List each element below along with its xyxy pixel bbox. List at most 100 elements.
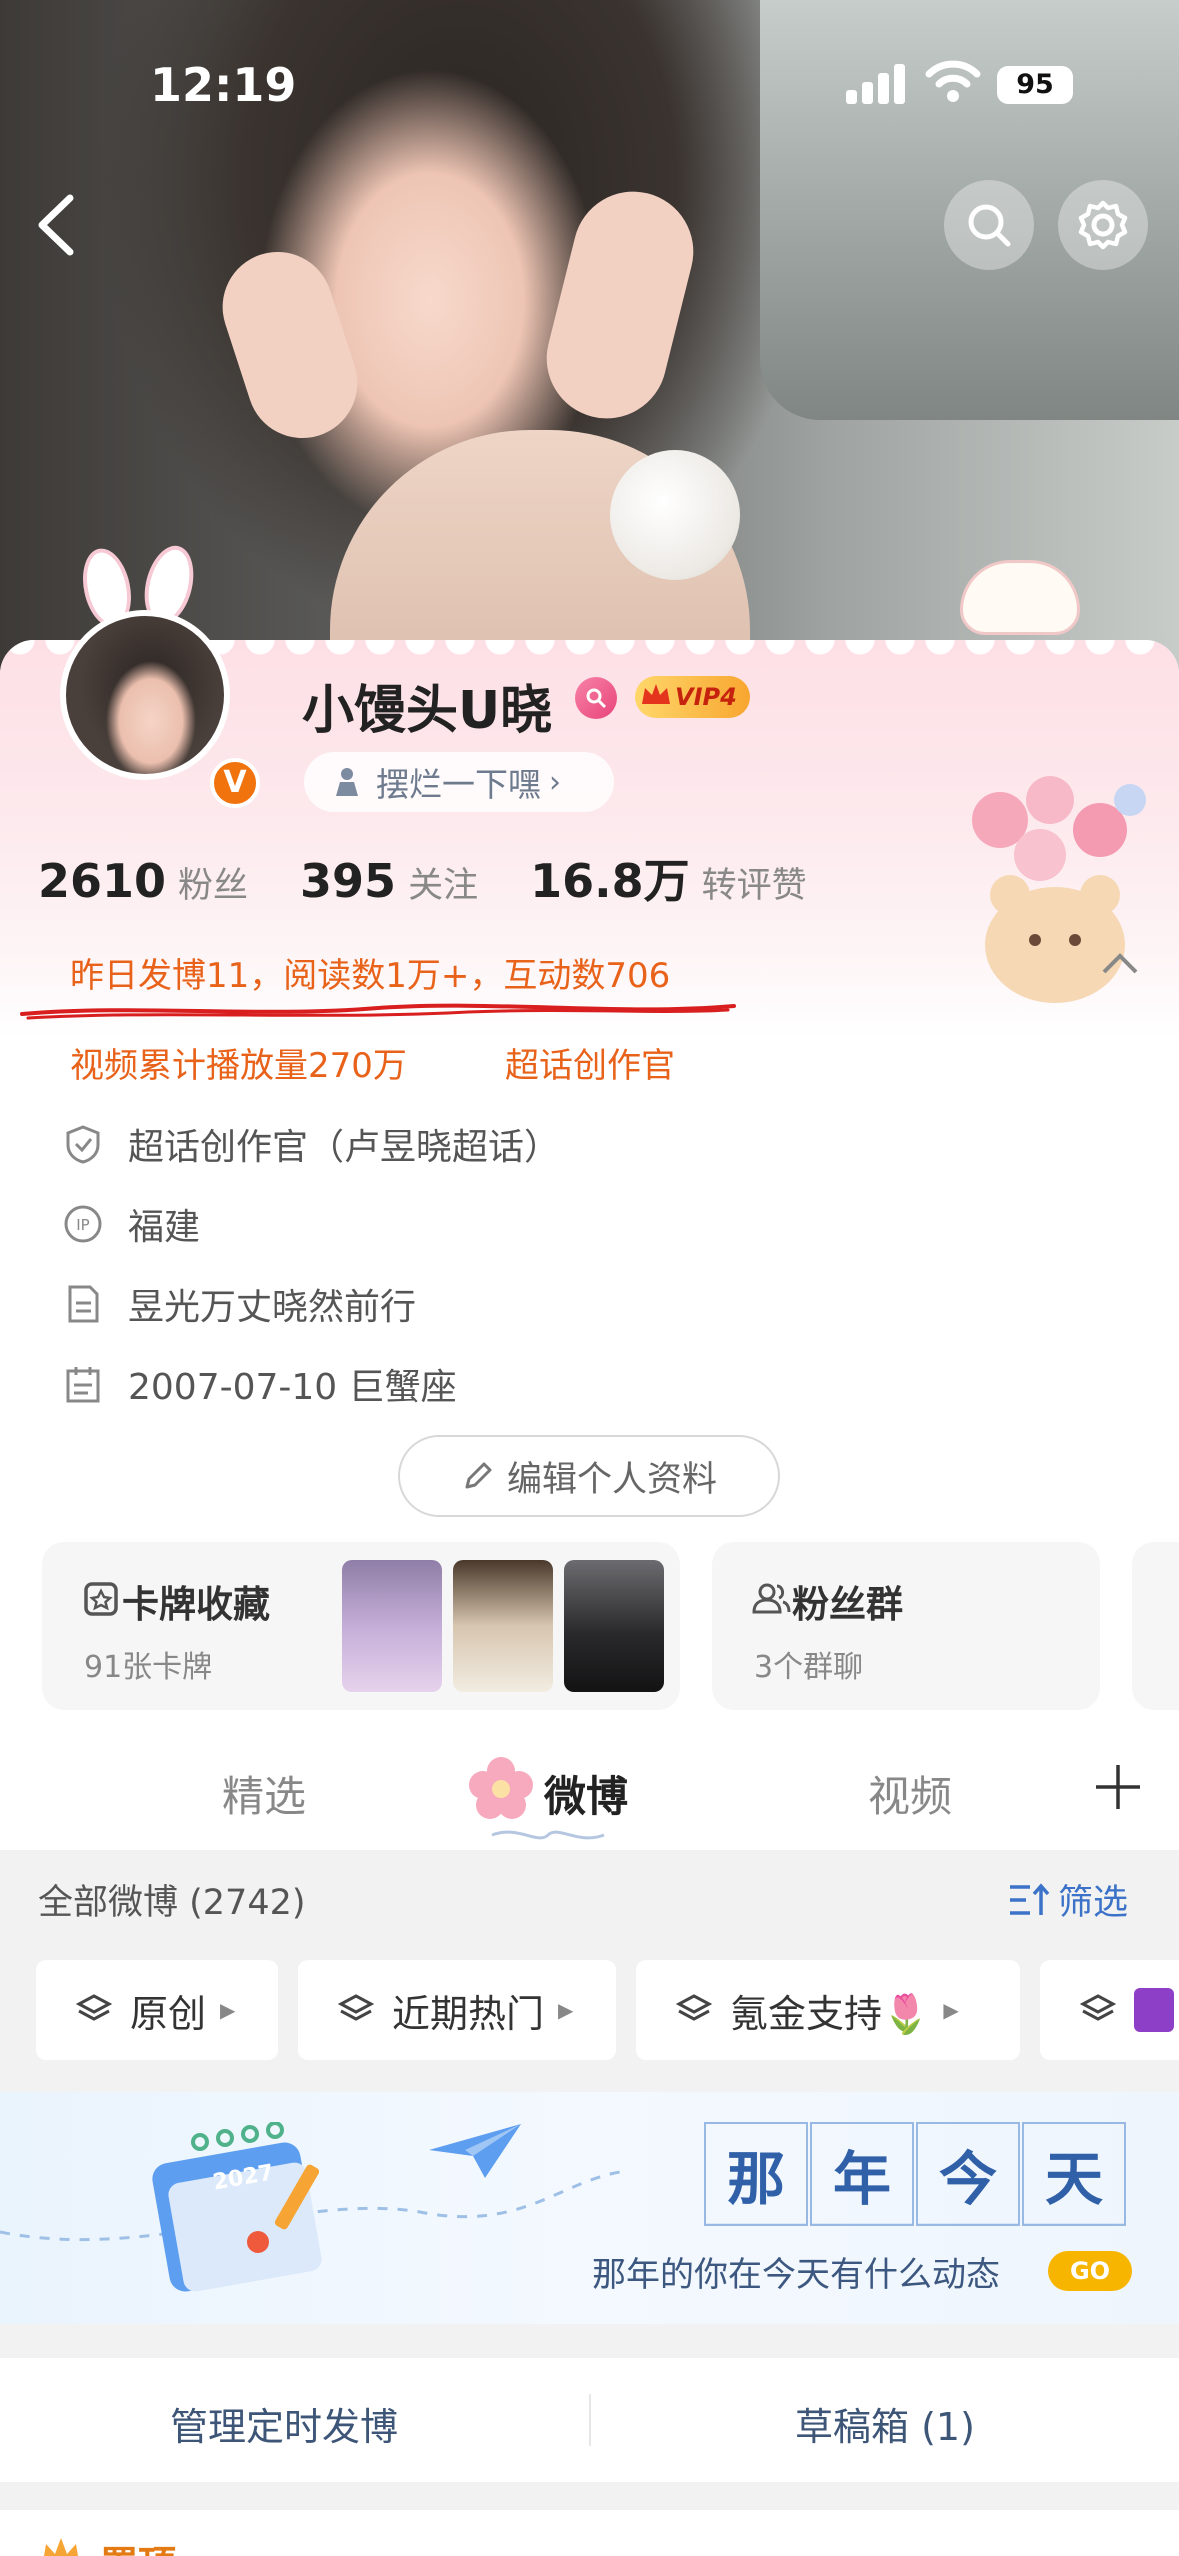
- stat-following[interactable]: 395 关注: [300, 854, 478, 908]
- card-collection-tile[interactable]: 卡牌收藏 91张卡牌: [42, 1542, 680, 1710]
- title-char: 那: [704, 2122, 808, 2226]
- chevron-right-icon: ›: [549, 764, 561, 800]
- card-thumbnail[interactable]: [342, 1560, 442, 1692]
- layers-icon: [676, 1994, 712, 2021]
- profile-stats: 2610 粉丝 395 关注 16.8万 转评赞: [38, 845, 859, 911]
- layers-icon: [338, 1994, 374, 2021]
- info-text: 福建: [128, 1207, 201, 1248]
- cellular-signal-icon: [846, 62, 908, 104]
- tab-featured[interactable]: 精选: [222, 1763, 306, 1824]
- stat-value: 16.8万: [530, 854, 690, 908]
- avatar[interactable]: [60, 610, 230, 780]
- stat-followers[interactable]: 2610 粉丝: [38, 854, 248, 908]
- flower-bouquet-sticker-icon: [972, 776, 1146, 1003]
- stat-engagement[interactable]: 16.8万 转评赞: [530, 845, 807, 911]
- verified-badge-icon: V: [210, 758, 260, 808]
- cover-hand-right: [533, 178, 707, 432]
- card-thumbnail[interactable]: [564, 1560, 664, 1692]
- tab-video[interactable]: 视频: [868, 1763, 952, 1824]
- post-category-chips: 原创 ▶ 近期热门 ▶ 氪金支持🌷 ▶: [0, 1960, 1179, 2060]
- vip-level-label: VIP4: [675, 683, 737, 711]
- all-posts-count: 全部微博 (2742): [38, 1883, 306, 1923]
- edit-profile-label: 编辑个人资料: [506, 1459, 717, 1500]
- status-pill[interactable]: 摆烂一下嘿 ›: [304, 752, 614, 812]
- scheduled-posts-button[interactable]: 管理定时发博: [170, 2396, 398, 2451]
- tile-subtitle: 3个群聊: [754, 1650, 864, 1685]
- chip-more[interactable]: [1040, 1960, 1179, 2060]
- calendar-illustration-icon: 2027: [152, 2122, 322, 2292]
- person-status-icon: [336, 768, 358, 796]
- triangle-right-icon: ▶: [220, 1998, 236, 2022]
- filter-icon: [1010, 1882, 1050, 1915]
- ribbon-decoration-icon: [491, 1830, 605, 1840]
- pinned-label: 置顶: [100, 2534, 176, 2556]
- creator-highlight[interactable]: 超话创作官: [505, 1038, 675, 1087]
- filter-button[interactable]: 筛选: [1008, 1874, 1128, 1925]
- chip-original[interactable]: 原创 ▶: [36, 1960, 278, 2060]
- info-text: 昱光万丈晓然前行: [128, 1287, 417, 1328]
- chevron-up-icon[interactable]: [1098, 948, 1142, 978]
- id-badge-icon: [1134, 1988, 1174, 2032]
- on-this-day-banner[interactable]: 2027 那 年 今 天 那年的你在今天有什么动态 GO: [0, 2092, 1179, 2324]
- search-icon: [968, 204, 1011, 247]
- chip-trending[interactable]: 近期热门 ▶: [298, 1960, 616, 2060]
- info-text: 超话创作官（卢昱晓超话）: [128, 1127, 561, 1168]
- ip-icon: IP: [64, 1205, 102, 1243]
- tab-weibo[interactable]: 微博: [544, 1763, 628, 1824]
- info-row-super-topic[interactable]: 超话创作官（卢昱晓超话）: [62, 1118, 560, 1170]
- video-plays-highlight[interactable]: 视频累计播放量270万: [70, 1038, 407, 1087]
- pinned-post-header: 置顶: [0, 2510, 1179, 2556]
- chip-label: 原创: [130, 1991, 207, 2036]
- document-icon: [68, 1285, 99, 1323]
- fan-group-tile[interactable]: 粉丝群 3个群聊: [712, 1542, 1100, 1710]
- chip-support[interactable]: 氪金支持🌷 ▶: [636, 1960, 1020, 2060]
- cover-hand-left: [208, 237, 372, 453]
- info-text: 2007-07-10 巨蟹座: [128, 1367, 457, 1408]
- stat-label: 转评赞: [701, 866, 807, 906]
- cat-sticker-icon: [960, 560, 1080, 635]
- on-this-day-title: 那 年 今 天: [704, 2122, 1128, 2226]
- back-arrow-icon[interactable]: [26, 190, 86, 260]
- drafts-button[interactable]: 草稿箱 (1): [795, 2396, 975, 2451]
- super-topic-badge-icon[interactable]: [575, 677, 617, 719]
- chip-label: 氪金支持🌷: [730, 1991, 930, 2036]
- settings-button[interactable]: [1058, 180, 1148, 270]
- edit-profile-button[interactable]: 编辑个人资料: [398, 1435, 780, 1517]
- card-collection-icon: [84, 1582, 118, 1616]
- cover-cotton-flower: [610, 450, 740, 580]
- info-row-birthday: 2007-07-10 巨蟹座: [62, 1358, 457, 1410]
- search-button[interactable]: [944, 180, 1034, 270]
- battery-indicator: 95: [997, 66, 1073, 104]
- card-thumbnail[interactable]: [453, 1560, 553, 1692]
- vip-badge[interactable]: VIP4: [635, 676, 750, 718]
- pencil-icon: [465, 1462, 492, 1489]
- status-bar: 12:19 95: [0, 0, 1179, 150]
- paper-plane-icon: [429, 2124, 521, 2178]
- info-row-ip: IP 福建: [62, 1198, 200, 1250]
- go-button[interactable]: GO: [1048, 2251, 1132, 2291]
- calendar-icon: [66, 1367, 100, 1403]
- group-icon: [752, 1583, 791, 1614]
- flower-icon: [469, 1757, 533, 1819]
- profile-tabs: 精选 微博 视频: [0, 1745, 1179, 1850]
- title-char: 年: [810, 2122, 914, 2226]
- svg-text:IP: IP: [76, 1216, 89, 1234]
- triangle-right-icon: ▶: [943, 1998, 959, 2022]
- crown-icon: [642, 684, 670, 704]
- yesterday-summary[interactable]: 昨日发博11，阅读数1万+，互动数706: [70, 948, 670, 997]
- handwritten-underline: [20, 1003, 736, 1020]
- shield-icon: [66, 1125, 100, 1164]
- triangle-right-icon: ▶: [558, 1998, 574, 2022]
- more-tile[interactable]: [1132, 1542, 1179, 1710]
- crown-pin-icon: [44, 2538, 78, 2556]
- title-char: 天: [1022, 2122, 1126, 2226]
- stat-label: 关注: [408, 866, 479, 906]
- info-row-bio: 昱光万丈晓然前行: [62, 1278, 416, 1330]
- status-time: 12:19: [150, 58, 297, 112]
- plus-icon[interactable]: [1094, 1763, 1142, 1811]
- tile-subtitle: 91张卡牌: [84, 1650, 213, 1685]
- feed-header: 全部微博 (2742) 筛选: [0, 1850, 1179, 1940]
- chip-label: 近期热门: [392, 1991, 545, 2036]
- post-management-bar: 管理定时发博 草稿箱 (1): [0, 2358, 1179, 2482]
- stat-value: 2610: [38, 854, 167, 908]
